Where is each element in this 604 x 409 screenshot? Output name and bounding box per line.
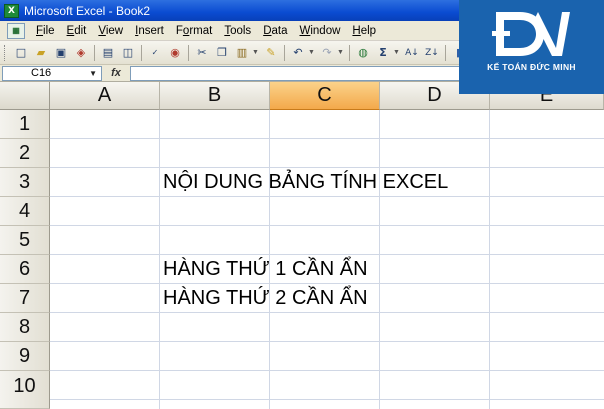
logo: KẾ TOÁN ĐỨC MINH (459, 0, 604, 94)
print-preview-icon[interactable]: ◫ (119, 44, 137, 62)
undo-icon[interactable]: ↶ (289, 44, 307, 62)
gridline (379, 110, 380, 409)
spelling-icon[interactable]: ✓ (146, 44, 164, 62)
logo-text: KẾ TOÁN ĐỨC MINH (487, 62, 576, 72)
name-box-dropdown-icon[interactable]: ▼ (89, 67, 97, 80)
workbook-icon[interactable]: ▦ (7, 22, 25, 39)
redo-dropdown-icon[interactable]: ▼ (337, 49, 344, 56)
toolbar-separator (284, 44, 285, 61)
name-box[interactable]: C16 ▼ (2, 65, 102, 81)
row-header-9[interactable]: 9 (0, 342, 50, 371)
menu-format[interactable]: Format (170, 25, 218, 37)
gridline (50, 399, 604, 400)
toolbar-separator (141, 44, 142, 61)
paste-dropdown-icon[interactable]: ▼ (252, 49, 259, 56)
select-all-corner[interactable] (0, 82, 50, 110)
toolbar-separator (349, 44, 350, 61)
menu-insert[interactable]: Insert (129, 25, 170, 37)
row-header-1[interactable]: 1 (0, 110, 50, 139)
row-header-6[interactable]: 6 (0, 255, 50, 284)
row-header-4[interactable]: 4 (0, 197, 50, 226)
window-title: Microsoft Excel - Book2 (24, 3, 151, 18)
excel-icon[interactable]: X (4, 3, 19, 18)
research-icon[interactable]: ◉ (166, 44, 184, 62)
sort-ascending-icon[interactable]: A↓ (403, 44, 421, 62)
gridline (50, 225, 604, 226)
row-header-7[interactable]: 7 (0, 284, 50, 313)
save-icon[interactable]: ▣ (52, 44, 70, 62)
menu-tools[interactable]: Tools (218, 25, 257, 37)
permission-icon[interactable]: ◈ (72, 44, 90, 62)
undo-dropdown-icon[interactable]: ▼ (308, 49, 315, 56)
gridline (50, 138, 604, 139)
cell-b7[interactable]: HÀNG THỨ 2 CẦN ẨN (163, 284, 368, 313)
gridline (50, 341, 604, 342)
row-header-10[interactable]: 10 (0, 371, 50, 409)
redo-icon[interactable]: ↷ (318, 44, 336, 62)
menu-edit[interactable]: Edit (61, 25, 93, 37)
print-icon[interactable]: ▤ (99, 44, 117, 62)
paste-icon[interactable]: ▥ (233, 44, 251, 62)
toolbar-separator (188, 44, 189, 61)
toolbar-separator (94, 44, 95, 61)
logo-mark-icon (491, 12, 570, 56)
toolbar-separator (445, 44, 446, 61)
sort-descending-icon[interactable]: Z↓ (423, 44, 441, 62)
toolbar-grip[interactable] (4, 44, 7, 61)
column-header-b[interactable]: B (160, 82, 270, 110)
row-header-3[interactable]: 3 (0, 168, 50, 197)
insert-function-icon[interactable]: fx (102, 67, 130, 79)
row-header-2[interactable]: 2 (0, 139, 50, 168)
menu-file[interactable]: File (30, 25, 61, 37)
worksheet-grid: A B C D E 1 2 3 4 5 6 7 8 9 10 NỘI DUNG … (0, 82, 604, 409)
gridline (159, 110, 160, 409)
new-icon[interactable]: □ (12, 44, 30, 62)
menu-view[interactable]: View (92, 25, 129, 37)
gridline (50, 370, 604, 371)
column-header-c[interactable]: C (270, 82, 380, 110)
row-header-5[interactable]: 5 (0, 226, 50, 255)
gridline (489, 110, 490, 409)
menu-window[interactable]: Window (294, 25, 347, 37)
menu-data[interactable]: Data (257, 25, 293, 37)
cell-area[interactable]: NỘI DUNG BẢNG TÍNH EXCEL HÀNG THỨ 1 CẦN … (50, 110, 604, 409)
autosum-dropdown-icon[interactable]: ▼ (393, 49, 400, 56)
autosum-icon[interactable]: Σ (374, 44, 392, 62)
menu-help[interactable]: Help (346, 25, 382, 37)
copy-icon[interactable]: ❐ (213, 44, 231, 62)
cell-b6[interactable]: HÀNG THỨ 1 CẦN ẨN (163, 255, 368, 284)
name-box-value: C16 (31, 67, 52, 79)
cut-icon[interactable]: ✂ (193, 44, 211, 62)
cell-b3[interactable]: NỘI DUNG BẢNG TÍNH EXCEL (163, 168, 448, 197)
open-icon[interactable]: ▰ (32, 44, 50, 62)
format-painter-icon[interactable]: ✎ (262, 44, 280, 62)
row-header-8[interactable]: 8 (0, 313, 50, 342)
column-header-a[interactable]: A (50, 82, 160, 110)
hyperlink-icon[interactable]: ◍ (354, 44, 372, 62)
